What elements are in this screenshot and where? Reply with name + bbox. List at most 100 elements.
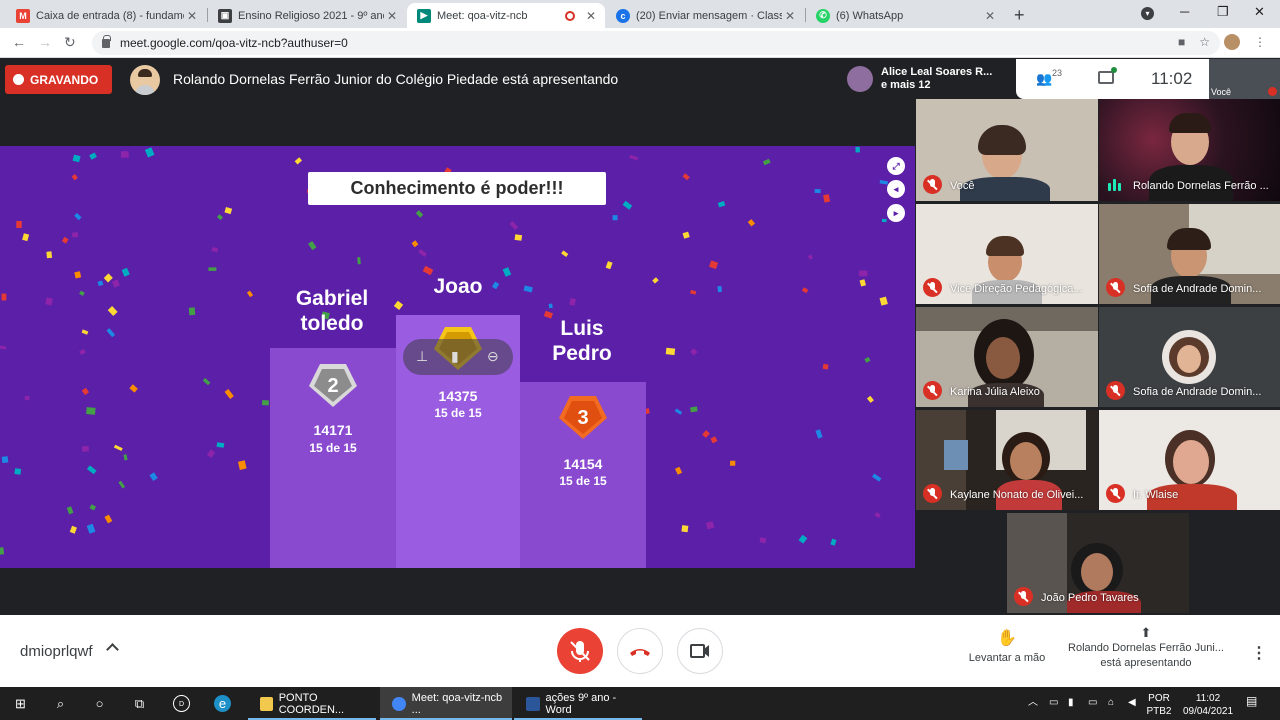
zoom-icon[interactable]: ◂: [887, 180, 905, 198]
confetti-piece: [107, 305, 118, 317]
battery-icon[interactable]: ▭: [1088, 697, 1097, 708]
fullscreen-icon[interactable]: ⤢: [887, 157, 905, 175]
participant-tile[interactable]: Sofia de Andrade Domin...: [1099, 204, 1280, 304]
minimize-icon[interactable]: ─: [1180, 4, 1189, 19]
confetti-piece: [690, 406, 698, 413]
confetti-piece: [674, 466, 683, 475]
volume-icon[interactable]: ◀: [1128, 697, 1136, 708]
confetti-piece: [629, 154, 639, 161]
name-line: toledo: [300, 312, 364, 335]
podium-fraction: 15 de 15: [309, 441, 357, 455]
chat-icon[interactable]: [1098, 67, 1117, 84]
participant-tile[interactable]: Kaylane Nonato de Olivei...: [916, 410, 1098, 510]
forward-icon[interactable]: →: [38, 34, 52, 50]
tab-whatsapp[interactable]: ✆ (6) WhatsApp ✕: [806, 3, 1004, 28]
self-view-thumbnail[interactable]: Você: [1209, 59, 1280, 99]
system-clock[interactable]: 11:02 09/04/2021: [1176, 693, 1240, 717]
notification-avatar: [847, 66, 873, 92]
confetti-piece: [237, 460, 247, 470]
participant-tile[interactable]: Vice Direção Pedagógica...: [916, 204, 1098, 304]
confetti-piece: [801, 287, 809, 294]
browser-menu-icon[interactable]: ⋮: [1254, 35, 1266, 49]
profile-avatar[interactable]: [1224, 34, 1240, 50]
dell-icon[interactable]: D: [173, 695, 190, 712]
confetti-piece: [859, 270, 868, 277]
network-icon[interactable]: ⌂: [1108, 697, 1114, 708]
confetti-piece: [682, 173, 690, 181]
task-view-icon[interactable]: ⧉: [131, 695, 148, 712]
raise-hand-button[interactable]: ✋ Levantar a mão: [966, 630, 1048, 664]
presentation-screen[interactable]: Conhecimento é poder!!! ⤢ ◂ ▸ Gabriel to…: [0, 146, 915, 568]
participant-tile[interactable]: João Pedro Tavares: [1007, 513, 1189, 613]
meeting-code[interactable]: dmioprlqwf: [20, 643, 93, 660]
speaking-indicator-icon: [1108, 179, 1121, 191]
taskbar-app-explorer[interactable]: PONTO COORDEN...: [248, 687, 376, 720]
confetti-piece: [759, 537, 767, 544]
camera-toggle-button[interactable]: [677, 628, 723, 674]
browser-tab-strip: M Caixa de entrada (8) - fundament ✕ ▣ E…: [0, 0, 1280, 28]
maximize-icon[interactable]: ❐: [1217, 4, 1229, 20]
join-notification[interactable]: Alice Leal Soares R... e mais 12: [842, 59, 1016, 99]
search-icon[interactable]: ⌕: [52, 695, 69, 712]
confetti-piece: [1, 293, 7, 301]
url-field[interactable]: meet.google.com/qoa-vitz-ncb?authuser=0: [92, 31, 1220, 55]
more-options-icon[interactable]: ⋮: [1251, 643, 1267, 663]
remove-icon[interactable]: ⊖: [487, 348, 499, 365]
back-icon[interactable]: ←: [12, 34, 26, 50]
close-icon[interactable]: ✕: [384, 9, 400, 23]
confetti-piece: [104, 514, 113, 524]
language-indicator[interactable]: POR PTB2: [1145, 693, 1173, 717]
notifications-icon[interactable]: ▤: [1246, 695, 1257, 707]
meet-now-icon[interactable]: ▭: [1049, 697, 1058, 708]
podium-third: 3 14154 15 de 15: [520, 382, 646, 568]
tab-search-icon[interactable]: ▾: [1141, 7, 1154, 20]
participant-tile[interactable]: Rolando Dornelas Ferrão ...: [1099, 99, 1280, 201]
reload-icon[interactable]: ↻: [64, 34, 76, 51]
cortana-icon[interactable]: ○: [91, 695, 108, 712]
pin-icon[interactable]: ⊥: [416, 348, 428, 365]
confetti-piece: [45, 297, 53, 306]
confetti-piece: [0, 547, 5, 555]
participant-tile[interactable]: Ir. Wlaise: [1099, 410, 1280, 510]
tab-classroom[interactable]: ▣ Ensino Religioso 2021 - 9º ano de ✕: [208, 3, 406, 28]
confetti-piece: [523, 285, 533, 293]
chevron-up-icon[interactable]: [106, 643, 119, 656]
tab-classapp[interactable]: c (20) Enviar mensagem · ClassApp ✕: [606, 3, 804, 28]
taskbar-app-chrome[interactable]: Meet: qoa-vitz-ncb ...: [380, 687, 512, 720]
tab-meet[interactable]: ▶ Meet: qoa-vitz-ncb ✕: [407, 3, 605, 28]
confetti-piece: [206, 449, 216, 458]
tab-gmail[interactable]: M Caixa de entrada (8) - fundament ✕: [6, 3, 206, 28]
tab-label: (20) Enviar mensagem · ClassApp: [636, 9, 782, 22]
confetti-piece: [622, 200, 633, 210]
participant-tile[interactable]: Você: [916, 99, 1098, 201]
confetti-piece: [86, 465, 97, 475]
close-icon[interactable]: ✕: [782, 9, 798, 23]
mic-toggle-button[interactable]: [557, 628, 603, 674]
participant-tile[interactable]: Sofia de Andrade Domin...: [1099, 307, 1280, 407]
close-icon[interactable]: ✕: [184, 9, 200, 23]
confetti-piece: [798, 534, 808, 544]
skip-icon[interactable]: ▸: [887, 204, 905, 222]
windows-start-icon[interactable]: ⊞: [12, 695, 29, 712]
window-close-icon[interactable]: ✕: [1254, 4, 1265, 20]
video-camera-icon: [690, 644, 709, 658]
tray-chevron-icon[interactable]: ︿: [1028, 697, 1038, 708]
bookmark-star-icon[interactable]: ☆: [1199, 35, 1210, 49]
edge-icon[interactable]: e: [214, 695, 231, 712]
camera-icon[interactable]: ■: [1178, 35, 1185, 49]
gmail-icon: M: [16, 8, 30, 23]
tab-label: (6) WhatsApp: [836, 9, 904, 22]
leave-call-button[interactable]: [617, 628, 663, 674]
close-icon[interactable]: ✕: [583, 9, 599, 23]
people-icon[interactable]: 👥: [1036, 71, 1052, 87]
taskbar-app-word[interactable]: ações 9º ano - Word: [514, 687, 642, 720]
confetti-piece: [97, 280, 104, 287]
microphone-icon[interactable]: ▮: [1068, 697, 1074, 708]
language-line1: POR: [1148, 693, 1170, 704]
close-icon[interactable]: ✕: [982, 9, 998, 23]
new-tab-icon[interactable]: +: [1014, 5, 1025, 26]
presenting-now-button[interactable]: ⬆ Rolando Dornelas Ferrão Juni... está a…: [1064, 625, 1228, 671]
participant-name: João Pedro Tavares: [1041, 592, 1139, 604]
participant-tile[interactable]: Karina Júlia Aleixo: [916, 307, 1098, 407]
mute-icon[interactable]: ▮: [451, 348, 459, 365]
